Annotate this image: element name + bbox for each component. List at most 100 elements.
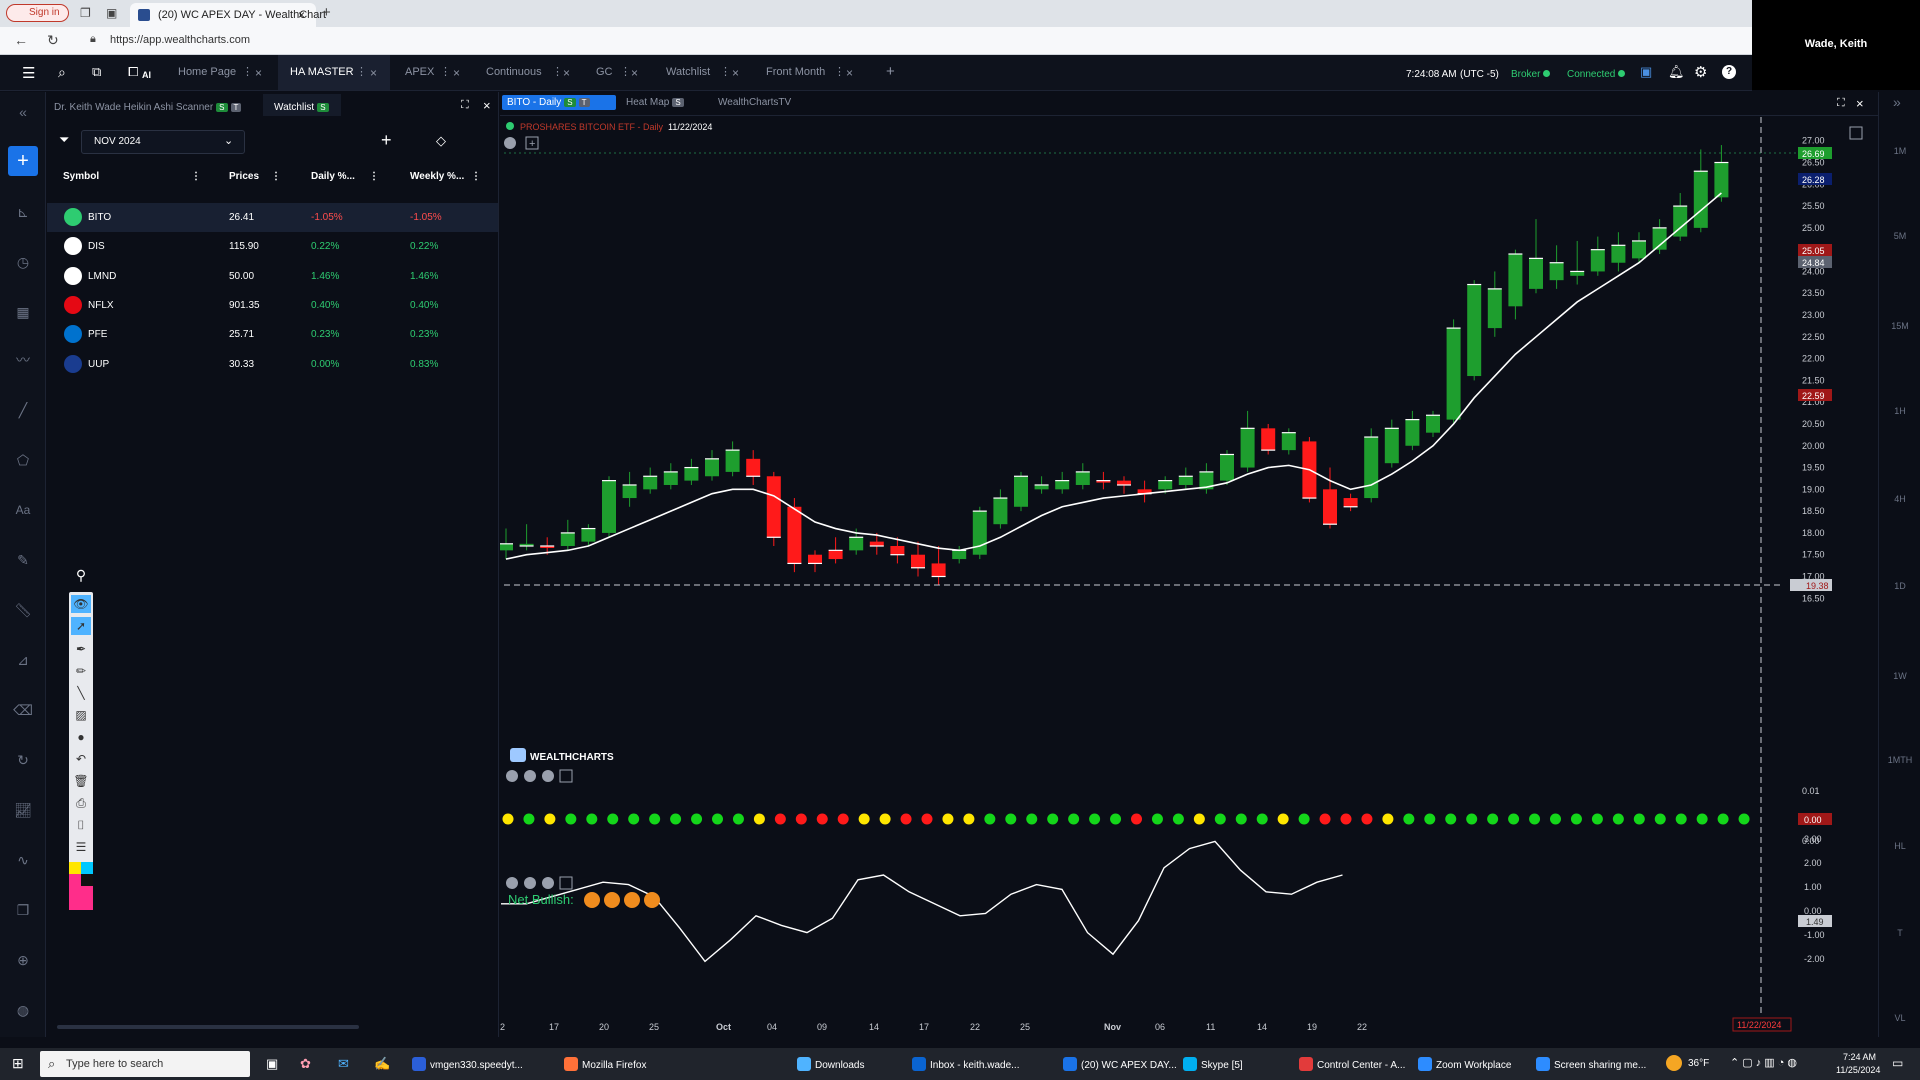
back-icon[interactable]: ← (14, 32, 28, 48)
color-swatch-magenta[interactable] (69, 874, 81, 886)
strategy-icon[interactable]: ∿ (13, 850, 33, 870)
tag-icon[interactable]: ◇ (436, 133, 446, 149)
close-icon[interactable]: × (846, 66, 853, 80)
taskbar-app[interactable]: Zoom Workplace (1418, 1057, 1511, 1071)
eraser-icon[interactable]: ⌫ (13, 700, 33, 720)
add-symbol-icon[interactable]: + (381, 130, 392, 151)
tab-bito-daily[interactable]: BITO - Daily S T (502, 95, 616, 110)
taskbar-app[interactable]: Skype [5] (1183, 1057, 1243, 1071)
brush-icon[interactable]: ✎ (13, 550, 33, 570)
undo-icon[interactable]: ↶ (71, 750, 91, 768)
close-tab-icon[interactable]: × (298, 8, 305, 22)
timeframe-15m[interactable]: 15M (1879, 321, 1920, 331)
maximize-icon[interactable]: ⛶ (1837, 97, 1845, 110)
tab-apex[interactable]: APEX (405, 66, 434, 78)
eye-icon[interactable]: 👁︎ (71, 595, 91, 613)
sign-in-button[interactable]: Sign in (6, 4, 69, 22)
panel-up-icon[interactable] (542, 770, 554, 782)
tab-menu-icon[interactable]: ⋮ (242, 65, 253, 78)
collapse-panel-icon[interactable]: « (13, 102, 33, 122)
timeframe-1w[interactable]: 1W (1879, 671, 1920, 681)
timeframe-vl[interactable]: VL (1879, 1013, 1920, 1023)
start-icon[interactable]: ⊞ (12, 1055, 24, 1072)
pen-app-icon[interactable]: ✍ (374, 1056, 390, 1072)
column-menu-icon[interactable]: ⋮ (271, 171, 281, 182)
close-icon[interactable]: × (732, 66, 739, 80)
close-icon[interactable]: × (563, 66, 570, 80)
color-swatch-yellow[interactable] (69, 862, 81, 874)
color-swatch-pink[interactable] (69, 886, 93, 910)
timeframe-t[interactable]: T (1879, 928, 1920, 938)
bell-icon[interactable]: 🔔︎ (1668, 64, 1685, 80)
camera-icon[interactable]: ⌷ (71, 816, 91, 834)
tab-menu-icon[interactable]: ⋮ (620, 65, 631, 78)
table-row[interactable]: PFE 25.71 0.23% 0.23% (47, 320, 498, 349)
trash-icon[interactable]: 🗑︎ (71, 772, 91, 790)
column-daily[interactable]: Daily %... (311, 171, 355, 182)
task-view-icon[interactable]: ▣ (266, 1056, 278, 1072)
tab-menu-icon[interactable]: ⋮ (834, 65, 845, 78)
panel-settings-icon[interactable] (506, 770, 518, 782)
table-row[interactable]: BITO 26.41 -1.05% -1.05% (47, 203, 498, 232)
panel2-up-icon[interactable] (542, 877, 554, 889)
timeframe-1h[interactable]: 1H (1879, 406, 1920, 416)
layouts-icon[interactable]: ⧉ (92, 64, 101, 80)
dot-icon[interactable]: ● (71, 728, 91, 746)
column-menu-icon[interactable]: ⋮ (369, 171, 379, 182)
tab-continuous[interactable]: Continuous (486, 66, 542, 78)
pen-icon[interactable]: ✒ (71, 640, 91, 658)
month-select[interactable]: NOV 2024 ⌄ (81, 130, 245, 154)
clock-icon[interactable]: ◷ (13, 252, 33, 272)
save-icon[interactable]: ▣ (1640, 64, 1652, 80)
column-weekly[interactable]: Weekly %... (410, 171, 464, 182)
marker-icon[interactable]: ✏ (71, 662, 91, 680)
table-row[interactable]: DIS 115.90 0.22% 0.22% (47, 232, 498, 261)
pin-icon[interactable]: ⚲ (71, 566, 91, 584)
panel2-down-icon[interactable] (524, 877, 536, 889)
taskbar-app[interactable]: Control Center - A... (1299, 1057, 1405, 1071)
highlighter-icon[interactable]: ▨ (71, 706, 91, 724)
measure-icon[interactable]: ⊿ (13, 650, 33, 670)
color-swatch-cyan[interactable] (81, 862, 93, 874)
copilot-icon[interactable]: ✿ (300, 1056, 311, 1072)
gear-icon[interactable]: ⚙ (1694, 63, 1707, 81)
calendar-icon[interactable]: ▦ (13, 302, 33, 322)
line-tool-icon[interactable]: ╱ (13, 400, 33, 420)
column-menu-icon[interactable]: ⋮ (191, 171, 201, 182)
notification-icon[interactable]: ▭ (1892, 1056, 1903, 1070)
close-icon[interactable]: × (631, 66, 638, 80)
print-icon[interactable]: ⎙ (71, 794, 91, 812)
timeframe-5m[interactable]: 5M (1879, 231, 1920, 241)
search-icon[interactable]: ⌕ (58, 64, 66, 81)
scanner-tab[interactable]: Dr. Keith Wade Heikin Ashi Scanner S T (54, 102, 242, 113)
taskbar-app[interactable]: Screen sharing me... (1536, 1057, 1646, 1071)
tab-actions-icon[interactable]: ▣ (106, 6, 117, 20)
url-field[interactable]: https://app.wealthcharts.com (110, 34, 250, 46)
crosshair-icon[interactable]: ⊕ (13, 950, 33, 970)
cursor-icon[interactable]: ➚ (71, 617, 91, 635)
taskbar-app[interactable]: Mozilla Firefox (564, 1057, 646, 1071)
tab-home-page[interactable]: Home Page (178, 66, 236, 78)
workspaces-icon[interactable]: ❐ (80, 6, 91, 20)
timeframe-4h[interactable]: 4H (1879, 494, 1920, 504)
menu-icon[interactable]: ☰ (22, 64, 35, 82)
text-tool-icon[interactable]: Aa (13, 500, 33, 520)
ai-icon[interactable]: ⧠ (128, 64, 138, 80)
color-swatch-black[interactable] (81, 874, 93, 886)
sync-icon[interactable]: ↻ (13, 750, 33, 770)
tab-ha-master[interactable]: HA MASTER (290, 66, 354, 78)
line-icon[interactable]: ╲ (71, 684, 91, 702)
tab-front-month[interactable]: Front Month (766, 66, 825, 78)
timeframe-hl[interactable]: HL (1879, 841, 1920, 851)
chart-type-icon[interactable]: ⊾ (13, 202, 33, 222)
tab-heat-map[interactable]: Heat Map S (626, 97, 684, 108)
panel2-settings-icon[interactable] (506, 877, 518, 889)
tab-watchlist[interactable]: Watchlist (666, 66, 710, 78)
tab-menu-icon[interactable]: ⋮ (720, 65, 731, 78)
mail-icon[interactable]: ✉ (338, 1056, 349, 1072)
column-menu-icon[interactable]: ⋮ (471, 171, 481, 182)
table-row[interactable]: LMND 50.00 1.46% 1.46% (47, 262, 498, 291)
timeframe-1mth[interactable]: 1MTH (1879, 755, 1920, 765)
shapes-icon[interactable]: ⬠ (13, 450, 33, 470)
table-row[interactable]: NFLX 901.35 0.40% 0.40% (47, 291, 498, 320)
